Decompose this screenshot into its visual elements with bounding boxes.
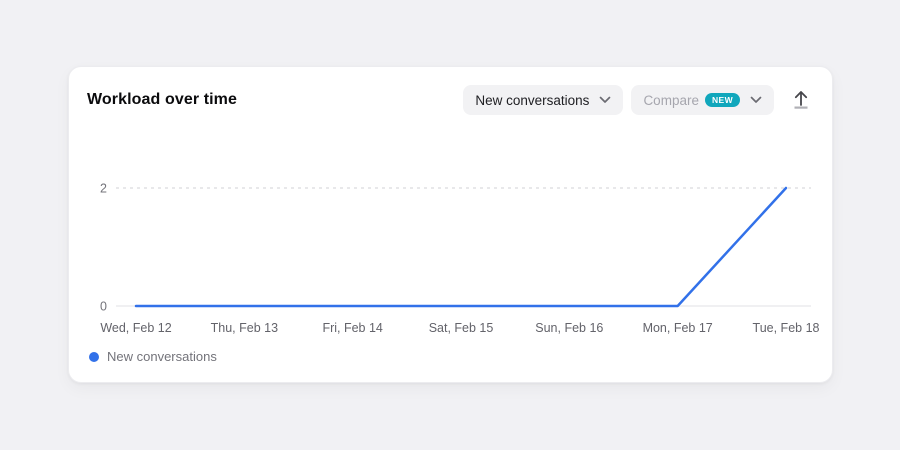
svg-text:Sun, Feb 16: Sun, Feb 16 — [535, 321, 603, 335]
metric-dropdown-label: New conversations — [475, 93, 589, 108]
svg-text:Tue, Feb 18: Tue, Feb 18 — [753, 321, 820, 335]
export-button[interactable] — [788, 87, 814, 113]
svg-text:Sat, Feb 15: Sat, Feb 15 — [429, 321, 494, 335]
compare-dropdown[interactable]: Compare NEW — [631, 85, 774, 115]
svg-text:Fri, Feb 14: Fri, Feb 14 — [322, 321, 382, 335]
card-header: Workload over time New conversations Com… — [69, 67, 832, 115]
workload-chart: 0 2 Wed, Feb 12 Thu, Feb 13 Fri, Feb 14 Sat, … — [69, 172, 832, 347]
new-badge: NEW — [705, 93, 740, 107]
workload-card: Workload over time New conversations Com… — [68, 66, 833, 383]
chart-area: 0 2 Wed, Feb 12 Thu, Feb 13 Fri, Feb 14 Sat, … — [69, 172, 834, 347]
compare-dropdown-label: Compare — [643, 93, 699, 108]
header-controls: New conversations Compare NEW — [463, 85, 814, 115]
svg-text:0: 0 — [100, 300, 107, 314]
svg-text:Mon, Feb 17: Mon, Feb 17 — [643, 321, 713, 335]
svg-text:2: 2 — [100, 182, 107, 196]
metric-dropdown[interactable]: New conversations — [463, 85, 623, 115]
card-title: Workload over time — [87, 91, 237, 109]
legend-dot — [89, 352, 99, 362]
upload-icon — [790, 88, 812, 113]
svg-text:Wed, Feb 12: Wed, Feb 12 — [100, 321, 171, 335]
chart-legend: New conversations — [89, 349, 217, 364]
chevron-down-icon — [750, 96, 762, 104]
svg-text:Thu, Feb 13: Thu, Feb 13 — [211, 321, 278, 335]
legend-label: New conversations — [107, 349, 217, 364]
chevron-down-icon — [599, 96, 611, 104]
